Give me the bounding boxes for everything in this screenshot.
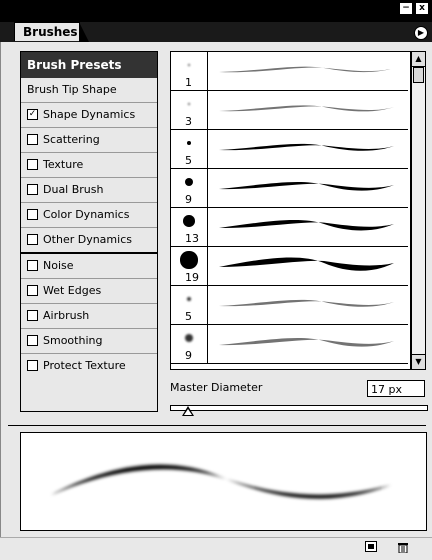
brush-size-label: 5 [185,310,192,323]
option-label: Noise [43,259,74,272]
option-label: Shape Dynamics [43,108,136,121]
checkbox[interactable] [27,133,38,145]
option-label: Scattering [43,133,100,146]
checkbox[interactable] [27,233,38,245]
brush-stroke-sample [219,220,394,231]
brush-tip-cell: 3 [171,91,208,129]
brush-presets-header[interactable]: Brush Presets [21,52,157,78]
option-label: Airbrush [43,309,90,322]
brush-stroke-sample [219,257,394,271]
option-dual-brush[interactable]: Dual Brush [21,178,157,203]
presets-scrollbar[interactable]: ▲ ▼ [411,51,426,370]
minimize-icon[interactable]: − [400,3,412,14]
option-protect-texture[interactable]: Protect Texture [21,354,157,378]
checkbox[interactable] [27,334,38,346]
new-brush-icon[interactable] [364,541,378,554]
stroke-preview [20,432,427,531]
option-airbrush[interactable]: Airbrush [21,304,157,329]
option-label: Texture [43,158,84,171]
scroll-down-icon[interactable]: ▼ [412,354,425,369]
brush-stroke-sample [219,66,394,73]
brush-stroke-sample [219,143,394,151]
panel-menu-icon[interactable]: ▶ [414,26,428,40]
brush-preset-row[interactable]: 9 [171,325,408,364]
master-diameter-input[interactable]: 17 px [367,380,425,397]
option-noise[interactable]: Noise [21,254,157,279]
brush-size-label: 1 [185,76,192,89]
brush-tip-icon [184,333,194,343]
brush-tip-cell: 1 [171,52,208,90]
brush-preset-row[interactable]: 5 [171,286,408,325]
brush-size-label: 19 [185,271,199,284]
brush-stroke-sample [219,299,394,307]
brush-tip-icon [187,102,191,106]
option-label: Other Dynamics [43,233,132,246]
checkbox[interactable] [27,259,38,271]
scroll-up-icon[interactable]: ▲ [412,52,425,67]
brush-tip-icon [188,64,190,66]
scroll-thumb[interactable] [413,67,424,83]
checkbox[interactable] [27,284,38,296]
brush-size-label: 9 [185,193,192,206]
slider-thumb[interactable] [182,406,194,416]
option-scattering[interactable]: Scattering [21,128,157,153]
option-other-dynamics[interactable]: Other Dynamics [21,228,157,254]
brush-size-label: 9 [185,349,192,362]
stroke-preview-graphic [51,464,391,499]
option-label: Brush Tip Shape [27,83,117,96]
checkbox[interactable]: ✓ [27,108,38,120]
brush-options-list: Brush Presets Brush Tip Shape ✓ Shape Dyna… [20,51,158,412]
brush-preset-row[interactable]: 9 [171,169,408,208]
option-label: Dual Brush [43,183,104,196]
brush-size-label: 5 [185,154,192,167]
brush-preset-row[interactable]: 13 [171,208,408,247]
option-label: Smoothing [43,334,103,347]
brush-tip-icon [183,215,195,227]
option-smoothing[interactable]: Smoothing [21,329,157,354]
brush-tip-icon [186,296,192,302]
brush-tip-cell: 5 [171,286,208,324]
brush-size-label: 13 [185,232,199,245]
brush-presets-list[interactable]: 1 3 5 9 13 19 5 9 [170,51,411,370]
checkbox[interactable] [27,183,38,195]
brush-tip-cell: 13 [171,208,208,246]
master-diameter-label: Master Diameter [170,381,263,394]
window-titlebar: − x [0,0,432,22]
brush-stroke-sample [219,105,394,112]
brush-tip-cell: 9 [171,325,208,363]
trash-icon[interactable] [396,541,410,554]
option-label: Color Dynamics [43,208,130,221]
option-brush-tip-shape[interactable]: Brush Tip Shape [21,78,157,103]
close-icon[interactable]: x [416,3,428,14]
brush-tip-icon [180,251,198,269]
checkbox[interactable] [27,208,38,220]
brush-preset-row[interactable]: 19 [171,247,408,286]
brush-tip-cell: 9 [171,169,208,207]
brush-preset-row[interactable]: 1 [171,52,408,91]
divider [8,425,426,426]
brush-tip-cell: 5 [171,130,208,168]
checkbox[interactable] [27,359,38,371]
brush-stroke-sample [219,181,394,191]
brush-size-label: 3 [185,115,192,128]
master-diameter-slider[interactable] [170,405,428,411]
brush-preset-row[interactable]: 3 [171,91,408,130]
option-color-dynamics[interactable]: Color Dynamics [21,203,157,228]
checkbox[interactable] [27,158,38,170]
brush-tip-icon [186,140,192,146]
brush-tip-icon [184,177,194,187]
option-wet-edges[interactable]: Wet Edges [21,279,157,304]
brush-preset-row[interactable]: 5 [171,130,408,169]
checkbox[interactable] [27,309,38,321]
tab-brushes[interactable]: Brushes [14,22,89,42]
brush-stroke-sample [219,337,394,347]
option-label: Wet Edges [43,284,102,297]
brush-tip-cell: 19 [171,247,208,285]
option-label: Protect Texture [43,359,126,372]
option-shape-dynamics[interactable]: ✓ Shape Dynamics [21,103,157,128]
option-texture[interactable]: Texture [21,153,157,178]
